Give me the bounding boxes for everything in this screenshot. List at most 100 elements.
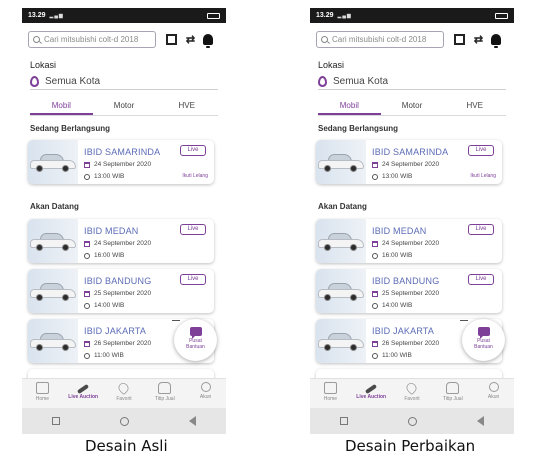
calendar-icon bbox=[84, 161, 90, 168]
battery-icon bbox=[207, 12, 220, 19]
join-auction-link[interactable]: Ikuti Lelang bbox=[182, 173, 208, 179]
location-value: Semua Kota bbox=[45, 75, 101, 87]
recents-icon[interactable] bbox=[52, 417, 60, 425]
back-icon[interactable] bbox=[477, 416, 484, 426]
swap-icon[interactable]: ⇄ bbox=[184, 33, 197, 46]
help-label-2: Bantuan bbox=[474, 344, 493, 350]
nav-live-auction[interactable]: Live Auction bbox=[63, 379, 104, 408]
car-image bbox=[28, 140, 78, 184]
auction-card[interactable]: IBID MEDAN 24 September 2020 16:00 WIB L… bbox=[28, 219, 214, 263]
home-icon bbox=[35, 382, 49, 394]
search-row: ⇄ bbox=[316, 30, 508, 48]
card-time: 11:00 WIB bbox=[84, 352, 124, 359]
card-date: 24 September 2020 bbox=[84, 240, 151, 247]
nav-favorit[interactable]: Favorit bbox=[392, 379, 433, 408]
calendar-icon bbox=[84, 240, 90, 247]
home-icon bbox=[323, 382, 337, 394]
card-date: 24 September 2020 bbox=[372, 240, 439, 247]
system-nav bbox=[22, 408, 226, 434]
nav-titip-jual[interactable]: Titip Jual bbox=[432, 379, 473, 408]
location-label: Lokasi bbox=[30, 60, 57, 70]
search-box[interactable] bbox=[316, 30, 444, 48]
minimize-icon[interactable] bbox=[172, 320, 180, 321]
car-image bbox=[316, 140, 366, 184]
car-icon bbox=[158, 382, 172, 394]
nav-home[interactable]: Home bbox=[310, 379, 351, 408]
clock-icon bbox=[372, 252, 378, 259]
home-system-icon[interactable] bbox=[120, 416, 129, 426]
card-date: 24 September 2020 bbox=[372, 161, 439, 168]
tab-mobil[interactable]: Mobil bbox=[30, 98, 93, 115]
phone-original: 13.29 ▂▄▆ ⇄ Lokasi Semua Kota Mobil Moto… bbox=[22, 8, 226, 434]
auction-card[interactable]: IBID BANDUNG 25 September 2020 14:00 WIB… bbox=[316, 269, 502, 313]
chat-icon bbox=[477, 327, 490, 339]
auction-card-live[interactable]: IBID SAMARINDA 24 September 2020 13:00 W… bbox=[316, 140, 502, 184]
search-icon bbox=[321, 35, 328, 43]
help-label-2: Bantuan bbox=[186, 344, 205, 350]
live-badge: Live bbox=[468, 145, 494, 156]
help-center-button[interactable]: Pusat Bantuan bbox=[460, 319, 505, 361]
nav-akun[interactable]: Akun bbox=[473, 379, 514, 408]
tab-hve[interactable]: HVE bbox=[155, 98, 218, 115]
bell-icon[interactable] bbox=[491, 33, 501, 48]
scan-icon[interactable] bbox=[454, 33, 465, 45]
tab-motor[interactable]: Motor bbox=[93, 98, 156, 115]
status-bar: 13.29 ▂▄▆ bbox=[310, 8, 514, 23]
help-center-button[interactable]: Pusat Bantuan bbox=[172, 319, 217, 361]
live-badge: Live bbox=[180, 224, 206, 235]
pin-icon bbox=[318, 75, 327, 87]
clock-icon bbox=[84, 252, 90, 259]
chat-icon bbox=[189, 327, 202, 339]
auction-card[interactable]: IBID BANDUNG 25 September 2020 14:00 WIB… bbox=[28, 269, 214, 313]
location-selector[interactable]: Semua Kota bbox=[318, 73, 506, 90]
nav-live-auction[interactable]: Live Auction bbox=[351, 379, 392, 408]
swap-icon[interactable]: ⇄ bbox=[472, 33, 485, 46]
nav-akun[interactable]: Akun bbox=[185, 379, 226, 408]
card-title: IBID BANDUNG bbox=[372, 276, 440, 286]
card-time: 14:00 WIB bbox=[372, 302, 412, 309]
card-title: IBID JAKARTA bbox=[84, 326, 147, 336]
car-image bbox=[316, 219, 366, 263]
bell-icon[interactable] bbox=[203, 33, 213, 48]
card-time: 16:00 WIB bbox=[372, 252, 412, 259]
tab-motor[interactable]: Motor bbox=[381, 98, 444, 115]
location-selector[interactable]: Semua Kota bbox=[30, 73, 218, 90]
scan-icon[interactable] bbox=[166, 33, 177, 45]
auction-card-live[interactable]: IBID SAMARINDA 24 September 2020 13:00 W… bbox=[28, 140, 214, 184]
vehicle-tabs: Mobil Motor HVE bbox=[318, 98, 506, 116]
calendar-icon bbox=[372, 340, 378, 347]
system-nav bbox=[310, 408, 514, 434]
clock-icon bbox=[372, 173, 378, 180]
gavel-icon bbox=[365, 383, 378, 395]
location-label: Lokasi bbox=[318, 60, 345, 70]
tab-hve[interactable]: HVE bbox=[443, 98, 506, 115]
nav-home[interactable]: Home bbox=[22, 379, 63, 408]
search-input[interactable] bbox=[44, 34, 152, 44]
nav-favorit[interactable]: Favorit bbox=[104, 379, 145, 408]
tab-mobil[interactable]: Mobil bbox=[318, 98, 381, 115]
live-badge: Live bbox=[468, 224, 494, 235]
calendar-icon bbox=[84, 290, 90, 297]
auction-card[interactable]: IBID MEDAN 24 September 2020 16:00 WIB L… bbox=[316, 219, 502, 263]
search-box[interactable] bbox=[28, 30, 156, 48]
car-image bbox=[316, 269, 366, 313]
card-time: 14:00 WIB bbox=[84, 302, 124, 309]
back-icon[interactable] bbox=[189, 416, 196, 426]
user-icon bbox=[488, 382, 499, 392]
user-icon bbox=[200, 382, 211, 392]
status-time: 13.29 bbox=[316, 12, 334, 19]
minimize-icon[interactable] bbox=[460, 320, 468, 321]
calendar-icon bbox=[372, 240, 378, 247]
car-image bbox=[28, 269, 78, 313]
join-auction-link[interactable]: Ikuti Lelang bbox=[470, 173, 496, 179]
live-badge: Live bbox=[180, 145, 206, 156]
calendar-icon bbox=[84, 340, 90, 347]
search-input[interactable] bbox=[332, 34, 440, 44]
clock-icon bbox=[372, 352, 378, 359]
signal-icon: ▂▄▆ bbox=[49, 12, 64, 19]
car-image bbox=[28, 319, 78, 363]
calendar-icon bbox=[372, 290, 378, 297]
home-system-icon[interactable] bbox=[408, 416, 417, 426]
recents-icon[interactable] bbox=[340, 417, 348, 425]
nav-titip-jual[interactable]: Titip Jual bbox=[144, 379, 185, 408]
